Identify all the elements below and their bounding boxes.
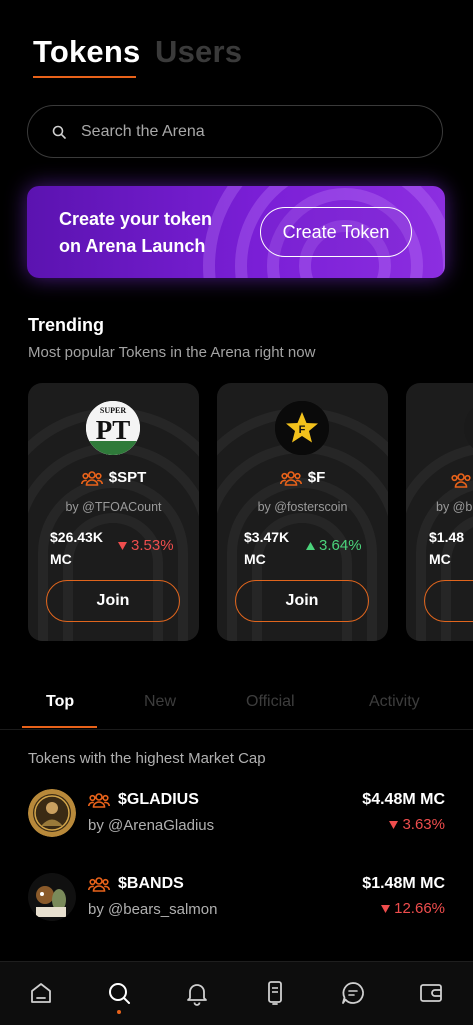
token-avatar: SUPER PT xyxy=(86,401,140,455)
search-icon[interactable] xyxy=(106,980,132,1006)
arrow-down-icon xyxy=(389,820,399,829)
home-icon[interactable] xyxy=(28,980,54,1006)
tab-activity[interactable]: Activity xyxy=(369,693,420,711)
token-avatar xyxy=(28,873,76,921)
search-bar[interactable] xyxy=(27,105,443,158)
wallet-icon[interactable] xyxy=(418,980,444,1006)
ticker-row: $BANDS xyxy=(88,875,184,893)
ticker-row: $F xyxy=(217,469,388,486)
mc-value: $26.43K xyxy=(50,529,103,545)
search-input[interactable] xyxy=(79,121,383,142)
arrow-down-icon xyxy=(118,541,127,550)
community-icon xyxy=(450,472,472,493)
tabs-divider xyxy=(0,729,473,730)
market-cap: $1.48M MC xyxy=(362,875,445,892)
phone-icon[interactable] xyxy=(262,980,288,1006)
token-ticker: $SPT xyxy=(108,469,147,486)
change-value: 3.63% xyxy=(402,816,445,833)
launch-banner: Create your token on Arena Launch Create… xyxy=(27,186,445,278)
change-value: 12.66% xyxy=(394,900,445,917)
token-row[interactable]: $GLADIUS by @ArenaGladius $4.48M MC 3.63… xyxy=(0,789,473,853)
change-value: 3.53% xyxy=(131,537,174,554)
token-ticker: $BANDS xyxy=(118,875,184,892)
tab-active-indicator xyxy=(22,726,97,728)
join-button[interactable]: Join xyxy=(46,580,180,622)
join-button[interactable] xyxy=(424,580,473,622)
create-token-button[interactable]: Create Token xyxy=(260,207,412,257)
chat-icon[interactable] xyxy=(340,980,366,1006)
token-row[interactable]: $BANDS by @bears_salmon $1.48M MC 12.66% xyxy=(0,873,473,937)
logo-text-top: SUPER xyxy=(100,406,126,415)
ticker-row: $GLADIUS xyxy=(88,791,199,809)
active-nav-indicator xyxy=(117,1010,121,1014)
token-avatar xyxy=(28,789,76,837)
community-icon xyxy=(279,470,302,486)
market-cap: $4.48M MC xyxy=(362,791,445,808)
banner-line-1: Create your token xyxy=(59,209,213,229)
ticker-row: $SPT xyxy=(28,469,199,486)
community-icon xyxy=(88,877,110,892)
price-change: 12.66% xyxy=(381,900,445,917)
trending-card[interactable]: F $F by @fosterscoin $3.47K MC 3.64% Joi… xyxy=(217,383,388,641)
logo-text-main: F xyxy=(299,424,306,436)
price-change: 3.53% xyxy=(118,537,174,554)
trending-subtitle: Most popular Tokens in the Arena right n… xyxy=(28,344,316,361)
market-cap: $26.43K MC xyxy=(50,526,103,570)
market-cap: $3.47K MC xyxy=(244,526,289,570)
trending-title: Trending xyxy=(28,315,104,335)
token-creator: by @fosterscoin xyxy=(257,500,348,514)
tab-top[interactable]: Top xyxy=(46,693,74,711)
change-value: 3.64% xyxy=(319,537,362,554)
bottom-nav xyxy=(0,961,473,1025)
token-creator: by @b xyxy=(436,500,473,514)
mc-label: MC xyxy=(429,551,451,567)
tab-tokens[interactable]: Tokens xyxy=(33,34,140,70)
banner-line-2: on Arena Launch xyxy=(59,236,206,256)
banner-text: Create your token on Arena Launch xyxy=(59,206,212,260)
arrow-down-icon xyxy=(381,904,391,913)
token-creator: by @bears_salmon xyxy=(88,901,218,918)
community-icon xyxy=(80,470,103,486)
token-creator: by @TFOACount xyxy=(65,500,162,514)
bell-icon[interactable] xyxy=(184,980,210,1006)
tab-official[interactable]: Official xyxy=(246,693,295,711)
token-ticker: $GLADIUS xyxy=(118,791,199,808)
arrow-up-icon xyxy=(306,541,315,550)
token-creator: by @ArenaGladius xyxy=(88,817,215,834)
price-change: 3.64% xyxy=(306,537,362,554)
join-button[interactable]: Join xyxy=(235,580,369,622)
token-ticker: $F xyxy=(307,469,326,486)
tab-active-indicator xyxy=(33,76,136,78)
logo-text-main: PT xyxy=(96,415,131,445)
tab-users[interactable]: Users xyxy=(155,34,242,70)
trending-card[interactable]: by @b $1.48 MC xyxy=(406,383,473,641)
mc-value: $3.47K xyxy=(244,529,290,545)
market-cap: $1.48 MC xyxy=(429,526,464,570)
mc-value: $1.48 xyxy=(429,529,465,545)
trending-card[interactable]: SUPER PT $SPT by @TFOACount $26.43K MC 3… xyxy=(28,383,199,641)
community-icon xyxy=(88,793,110,808)
price-change: 3.63% xyxy=(389,816,445,833)
token-avatar: F xyxy=(275,401,329,455)
tab-new[interactable]: New xyxy=(144,693,176,711)
mc-label: MC xyxy=(244,551,266,567)
search-icon xyxy=(52,125,66,139)
mc-label: MC xyxy=(50,551,72,567)
list-subtitle: Tokens with the highest Market Cap xyxy=(28,750,266,767)
